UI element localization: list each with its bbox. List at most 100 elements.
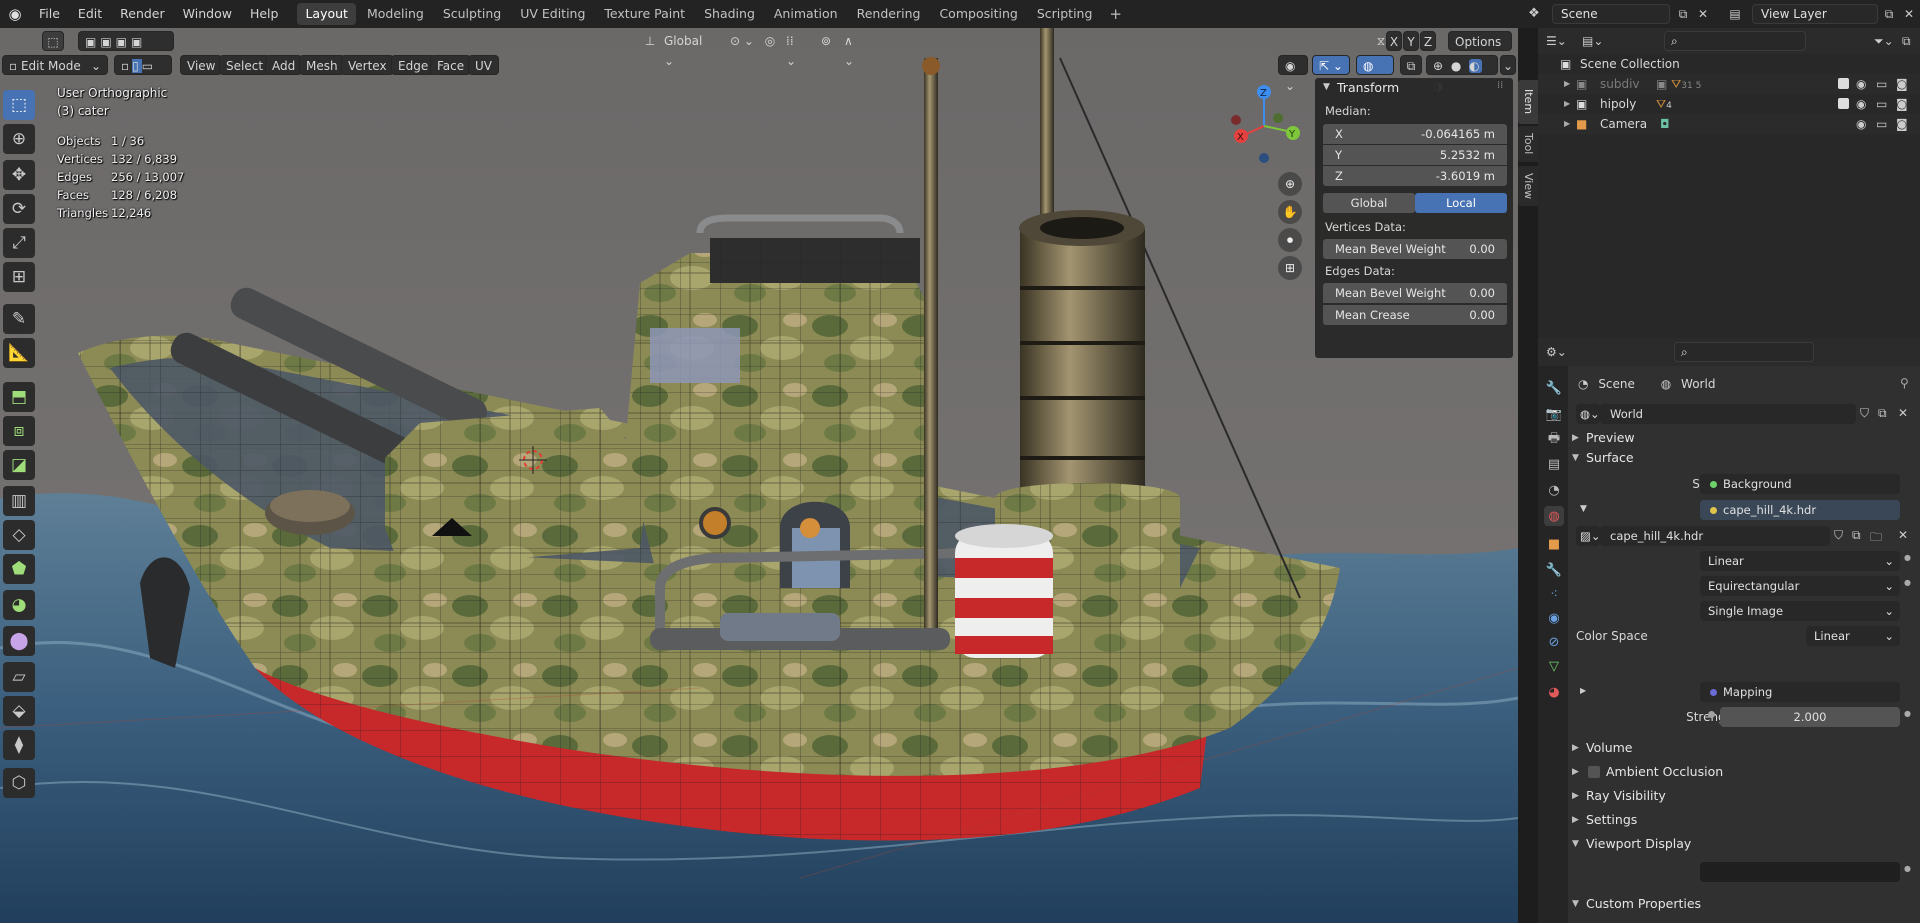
knife-tool-icon[interactable]: ◇: [3, 520, 35, 550]
loop-cut-tool-icon[interactable]: ▥: [3, 486, 35, 516]
menu-window[interactable]: Window: [174, 0, 241, 28]
tab-item[interactable]: Item: [1518, 80, 1538, 124]
color-expand-arrow-icon[interactable]: ▼: [1580, 504, 1587, 514]
constraints-tab-icon[interactable]: ⊘: [1544, 632, 1564, 652]
pivot-dropdown[interactable]: ⊙ ⌄: [724, 31, 762, 51]
panel-surface[interactable]: Surface: [1586, 448, 1634, 468]
new-collection-icon[interactable]: ⧉: [1902, 31, 1918, 51]
mode-dropdown[interactable]: ▫ Edit Mode ⌄: [2, 55, 108, 75]
vector-expand-arrow-icon[interactable]: ▶: [1580, 686, 1586, 695]
shading-dropdown[interactable]: ⌄: [1500, 55, 1516, 75]
material-tab-icon[interactable]: ◕: [1544, 682, 1564, 702]
cursor-tool-icon[interactable]: ⊕: [3, 124, 35, 154]
panel-viewport-display[interactable]: Viewport Display: [1586, 834, 1691, 854]
properties-search-input[interactable]: ⌕: [1674, 342, 1814, 362]
mean-crease-field[interactable]: Mean Crease 0.00: [1323, 305, 1507, 325]
menu-help[interactable]: Help: [241, 0, 288, 28]
add-workspace-icon[interactable]: +: [1103, 5, 1128, 23]
image-unlink-icon[interactable]: ✕: [1898, 528, 1908, 542]
keyframe-dot-icon[interactable]: ●: [1904, 709, 1911, 718]
monitor-icon[interactable]: ▭: [1876, 94, 1887, 114]
shear-tool-icon[interactable]: ⧫: [3, 730, 35, 760]
menu-mesh[interactable]: Mesh: [299, 55, 345, 75]
ortho-grid-icon[interactable]: ⊞: [1278, 256, 1302, 280]
interpolation-dropdown[interactable]: Linear ⌄: [1700, 551, 1900, 571]
tab-compositing[interactable]: Compositing: [931, 3, 1025, 25]
camera-view-icon[interactable]: ⏺: [1278, 228, 1302, 252]
tab-modeling[interactable]: Modeling: [359, 3, 432, 25]
outliner-row-subdiv[interactable]: ▶ ▣ subdiv ▣ ⛛31 5 ◉ ▭ ◙: [1538, 74, 1920, 94]
tab-scripting[interactable]: Scripting: [1029, 3, 1101, 25]
tab-animation[interactable]: Animation: [766, 3, 846, 25]
color-input-field[interactable]: cape_hill_4k.hdr: [1700, 500, 1900, 520]
view-layer-icon[interactable]: ▤: [1722, 4, 1748, 24]
poly-build-tool-icon[interactable]: ⬟: [3, 554, 35, 584]
view-layer-field[interactable]: View Layer: [1752, 4, 1878, 24]
ao-checkbox[interactable]: [1588, 766, 1600, 778]
menu-select[interactable]: Select: [219, 55, 271, 75]
image-browse-dropdown[interactable]: ▨⌄: [1576, 526, 1601, 546]
annotate-tool-icon[interactable]: ✎: [3, 304, 35, 334]
proportional-edit-toggle[interactable]: ⊚: [816, 31, 836, 51]
measure-tool-icon[interactable]: 📐: [3, 338, 35, 368]
strength-input-field[interactable]: 2.000: [1720, 707, 1900, 727]
delete-view-layer-icon[interactable]: ✕: [1900, 5, 1918, 23]
falloff-icon[interactable]: ∧ ⌄: [838, 31, 868, 68]
median-x-field[interactable]: X -0.064165 m: [1323, 124, 1507, 144]
edge-slide-tool-icon[interactable]: ▱: [3, 662, 35, 692]
transform-tool-icon[interactable]: ⊞: [3, 262, 35, 292]
outliner-search-input[interactable]: ⌕: [1664, 31, 1806, 51]
rotate-tool-icon[interactable]: ⟳: [3, 194, 35, 224]
editor-type-icon[interactable]: ☰⌄: [1546, 31, 1576, 51]
tab-uv-editing[interactable]: UV Editing: [512, 3, 593, 25]
inset-tool-icon[interactable]: ⧈: [3, 416, 35, 446]
menu-edit[interactable]: Edit: [69, 0, 111, 28]
gizmo-toggle[interactable]: ⇱ ⌄: [1312, 55, 1350, 75]
pin-icon[interactable]: ⚲: [1900, 376, 1909, 390]
eye-icon[interactable]: ◉: [1856, 74, 1866, 94]
color-space-dropdown[interactable]: Linear ⌄: [1806, 626, 1900, 646]
editor-divider[interactable]: [1518, 28, 1538, 923]
panel-ambient-occlusion[interactable]: Ambient Occlusion: [1606, 762, 1723, 782]
menu-render[interactable]: Render: [111, 0, 174, 28]
spin-tool-icon[interactable]: ◕: [3, 590, 35, 620]
menu-uv[interactable]: UV: [468, 55, 499, 75]
object-tab-icon[interactable]: ■: [1544, 534, 1564, 554]
smooth-tool-icon[interactable]: ⬤: [3, 626, 35, 656]
duplicate-icon[interactable]: ⧉: [1878, 406, 1887, 421]
view-layer-tab-icon[interactable]: ▤: [1544, 454, 1564, 474]
output-tab-icon[interactable]: 🖶: [1544, 430, 1564, 450]
panel-ray-visibility[interactable]: Ray Visibility: [1586, 786, 1666, 806]
select-box-tool-icon[interactable]: ⬚: [3, 90, 35, 120]
snap-target-dropdown[interactable]: ⁞⁞ ⌄: [780, 31, 810, 68]
blender-logo-icon[interactable]: ◉: [0, 0, 30, 28]
new-scene-icon[interactable]: ⧉: [1674, 5, 1692, 23]
edge-mean-bevel-weight-field[interactable]: Mean Bevel Weight 0.00: [1323, 283, 1507, 303]
tab-view[interactable]: View: [1518, 166, 1538, 206]
delete-scene-icon[interactable]: ✕: [1694, 5, 1712, 23]
overlays-toggle[interactable]: ◍ ⌄: [1356, 55, 1394, 93]
keyframe-dot-icon[interactable]: ●: [1904, 578, 1911, 587]
projection-dropdown[interactable]: Equirectangular ⌄: [1700, 576, 1900, 596]
tab-sculpting[interactable]: Sculpting: [435, 3, 509, 25]
axis-z-toggle[interactable]: Z: [1420, 31, 1436, 51]
expand-arrow-icon[interactable]: ▶: [1564, 74, 1570, 94]
data-tab-icon[interactable]: ▽: [1544, 656, 1564, 676]
scene-selector-icon[interactable]: ❖: [1524, 4, 1544, 24]
xray-toggle[interactable]: ⧉: [1400, 55, 1422, 75]
scene-field[interactable]: Scene: [1552, 4, 1670, 24]
world-browse-dropdown[interactable]: ◍⌄: [1576, 404, 1600, 424]
panel-custom-properties[interactable]: Custom Properties: [1586, 894, 1701, 914]
median-y-field[interactable]: Y 5.2532 m: [1323, 145, 1507, 165]
camera-render-icon[interactable]: ◙: [1896, 114, 1908, 134]
editor-type-icon[interactable]: ⚙⌄: [1546, 342, 1576, 362]
move-tool-icon[interactable]: ✥: [3, 160, 35, 190]
outliner-row-scene-collection[interactable]: ▣ Scene Collection: [1538, 54, 1920, 74]
outliner-row-hipoly[interactable]: ▶ ▣ hipoly ⛛4 ◉ ▭ ◙: [1538, 94, 1920, 114]
scale-tool-icon[interactable]: ⤢: [3, 228, 35, 258]
bevel-tool-icon[interactable]: ◪: [3, 450, 35, 480]
fake-user-icon[interactable]: ⛉: [1860, 406, 1869, 421]
transform-panel-title[interactable]: Transform: [1337, 80, 1399, 95]
shrink-fatten-tool-icon[interactable]: ⬙: [3, 696, 35, 726]
scene-tab-icon[interactable]: ◔: [1544, 480, 1564, 500]
